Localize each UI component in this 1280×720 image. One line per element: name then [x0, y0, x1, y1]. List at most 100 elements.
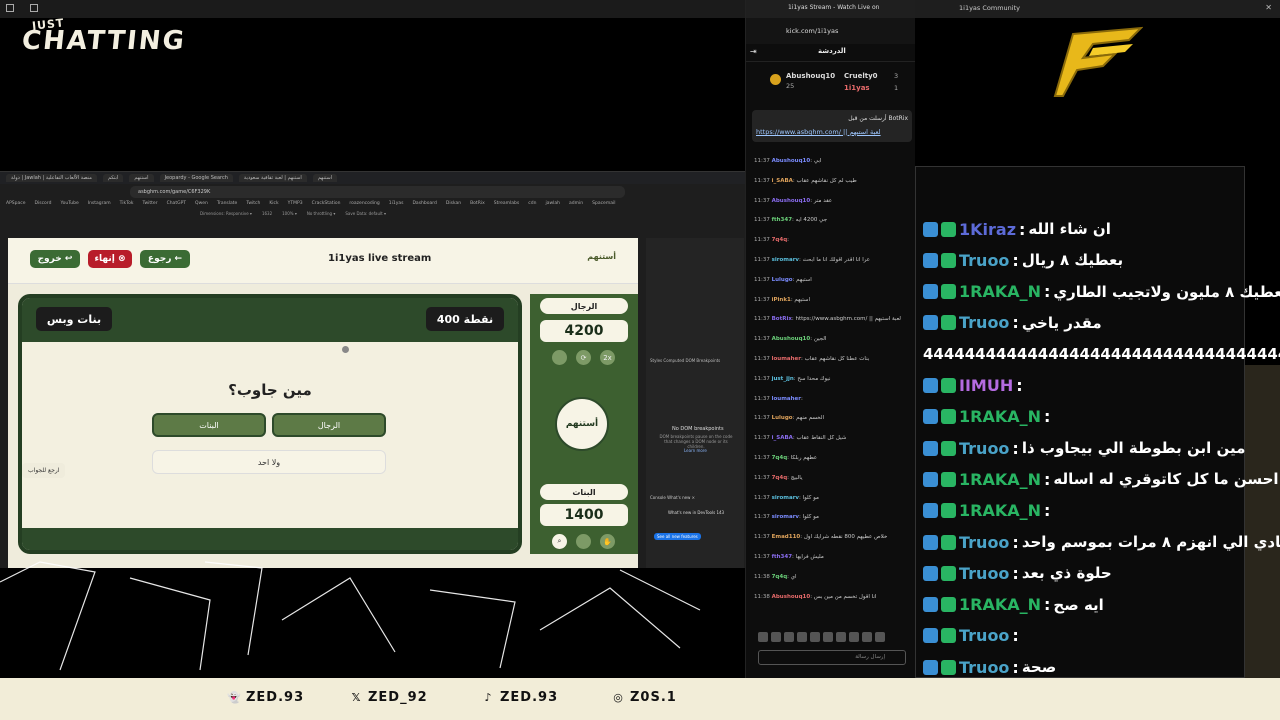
- community-username[interactable]: 1RAKA_N: [959, 501, 1041, 520]
- see-all-features-button[interactable]: See all new features: [654, 533, 701, 540]
- community-username[interactable]: 1RAKA_N: [959, 282, 1041, 301]
- console-tabs[interactable]: Console What's new ×: [650, 495, 695, 500]
- chat-username[interactable]: fth347: [772, 217, 792, 223]
- bookmark-item[interactable]: YouTube: [60, 201, 78, 206]
- bookmark-item[interactable]: Kick: [269, 201, 278, 206]
- devtools-tabs[interactable]: Styles Computed DOM Breakpoints: [650, 358, 720, 363]
- browser-tab[interactable]: ابتكم: [102, 174, 124, 182]
- search-icon[interactable]: ⌕: [552, 534, 567, 549]
- chat-username[interactable]: i_SABA: [772, 435, 793, 441]
- community-username[interactable]: Truoo: [959, 439, 1009, 458]
- browser-address-bar[interactable]: asbghm.com/game/C6F329K: [130, 186, 625, 198]
- bookmark-item[interactable]: Qwen: [195, 201, 208, 206]
- bookmark-item[interactable]: Streamlabs: [494, 201, 520, 206]
- browser-tab[interactable]: استنهم | لعبة ثقافية سعودية: [238, 174, 307, 182]
- chat-username[interactable]: Lulugo: [772, 277, 793, 283]
- community-username[interactable]: 1Kiraz: [959, 220, 1016, 239]
- chat-username[interactable]: Abushouq10: [772, 158, 811, 164]
- device-toolbar-item[interactable]: No throttling ▾: [307, 211, 336, 216]
- device-toolbar-item[interactable]: Dimensions: Responsive ▾: [200, 211, 252, 216]
- bookmark-item[interactable]: BotRix: [470, 201, 485, 206]
- community-username[interactable]: Truoo: [959, 533, 1009, 552]
- answer-none-button[interactable]: ولا احد: [152, 450, 386, 474]
- community-username[interactable]: 1RAKA_N: [959, 470, 1041, 489]
- answer-men-button[interactable]: الرجال: [272, 413, 386, 437]
- chat-address-bar[interactable]: kick.com/1i1yas: [746, 18, 915, 44]
- chat-username[interactable]: Abushouq10: [772, 336, 811, 342]
- devtools-tab[interactable]: Computed: [663, 358, 684, 363]
- community-username[interactable]: 1RAKA_N: [959, 407, 1041, 426]
- chat-username[interactable]: i_SABA: [772, 178, 793, 184]
- chat-username[interactable]: just_jjn: [772, 376, 794, 382]
- bookmark-item[interactable]: cdn: [528, 201, 536, 206]
- chat-username[interactable]: 7q4q: [772, 475, 788, 481]
- emote-icon[interactable]: [875, 632, 885, 642]
- community-username[interactable]: IIMUH: [959, 376, 1013, 395]
- chat-username[interactable]: fth347: [772, 554, 792, 560]
- chat-username[interactable]: Emad110: [772, 534, 801, 540]
- emote-icon[interactable]: [784, 632, 794, 642]
- bookmark-item[interactable]: Instagram: [88, 201, 111, 206]
- learn-more-link[interactable]: Learn more: [684, 448, 707, 453]
- bookmark-item[interactable]: jawlah: [545, 201, 560, 206]
- hand-icon[interactable]: ✋: [600, 534, 615, 549]
- bookmark-item[interactable]: roazencoding: [349, 201, 379, 206]
- devtools-tab[interactable]: DOM Breakpoints: [685, 358, 720, 363]
- bookmark-item[interactable]: CrackStation: [312, 201, 341, 206]
- chat-username[interactable]: 7q4q: [772, 455, 788, 461]
- close-icon[interactable]: ✕: [1265, 3, 1272, 12]
- pinned-message[interactable]: أرسلت من قبل BotRix https://www.asbghm.c…: [752, 110, 912, 142]
- bookmark-item[interactable]: APSpace: [6, 201, 26, 206]
- device-toolbar-item[interactable]: 1632: [262, 211, 272, 216]
- devtools-tab[interactable]: Styles: [650, 358, 662, 363]
- bookmark-item[interactable]: Discord: [35, 201, 52, 206]
- community-username[interactable]: Truoo: [959, 313, 1009, 332]
- whats-new-tab[interactable]: What's new ×: [667, 495, 695, 500]
- bookmark-item[interactable]: Spacemail: [592, 201, 615, 206]
- emote-icon[interactable]: [758, 632, 768, 642]
- console-tab[interactable]: Console: [650, 495, 666, 500]
- lifeline-icon[interactable]: [576, 534, 591, 549]
- bookmark-item[interactable]: Translate: [217, 201, 237, 206]
- community-username[interactable]: Truoo: [959, 626, 1009, 645]
- emote-icon[interactable]: [849, 632, 859, 642]
- chat-username[interactable]: 7q4q: [772, 574, 788, 580]
- emote-icon[interactable]: [862, 632, 872, 642]
- browser-tab[interactable]: استنهم: [129, 174, 154, 182]
- back-button[interactable]: رجوع ←: [140, 250, 190, 268]
- bookmark-item[interactable]: ChatGPT: [167, 201, 186, 206]
- double-points-icon[interactable]: 2x: [600, 350, 615, 365]
- end-button[interactable]: إنهاء ⊗: [88, 250, 132, 268]
- emote-icon[interactable]: [810, 632, 820, 642]
- chat-input[interactable]: إرسال رسالة: [758, 650, 906, 665]
- bookmark-item[interactable]: Twitter: [142, 201, 157, 206]
- maximize-icon[interactable]: [30, 4, 38, 12]
- device-toolbar-item[interactable]: Save Data: default ▾: [345, 211, 386, 216]
- chat-username[interactable]: Abushouq10: [772, 594, 811, 600]
- pinned-link[interactable]: https://www.asbghm.com/ || لعبة استبهم: [756, 128, 881, 136]
- emote-icon[interactable]: [836, 632, 846, 642]
- bookmark-item[interactable]: Diskan: [446, 201, 461, 206]
- bookmark-item[interactable]: TikTok: [120, 201, 134, 206]
- browser-tab[interactable]: استنهم: [312, 174, 338, 182]
- emote-bar[interactable]: [758, 632, 908, 644]
- back-to-answer-button[interactable]: ارجع للجواب: [22, 463, 66, 478]
- lifeline-icon[interactable]: ⟳: [576, 350, 591, 365]
- bookmark-item[interactable]: Twitch: [246, 201, 260, 206]
- chat-username[interactable]: BotRix: [772, 316, 792, 322]
- exit-button[interactable]: خروج ↩: [30, 250, 80, 268]
- bookmark-item[interactable]: Dashboard: [412, 201, 436, 206]
- chat-username[interactable]: 7q4q: [772, 237, 788, 243]
- bookmark-item[interactable]: admin: [569, 201, 583, 206]
- device-toolbar-item[interactable]: 100% ▾: [282, 211, 297, 216]
- answer-girls-button[interactable]: البنات: [152, 413, 266, 437]
- emote-icon[interactable]: [797, 632, 807, 642]
- window-icon[interactable]: [6, 4, 14, 12]
- community-username[interactable]: Truoo: [959, 251, 1009, 270]
- community-username[interactable]: 1RAKA_N: [959, 595, 1041, 614]
- chat-username[interactable]: Lulugo: [772, 415, 793, 421]
- bookmark-item[interactable]: 1i1yas: [389, 201, 404, 206]
- browser-tab[interactable]: دولة | Jawlah | منصة الألعاب التفاعلية: [6, 174, 97, 182]
- chat-username[interactable]: loumaher: [772, 396, 801, 402]
- collapse-chat-icon[interactable]: ⇥: [750, 47, 757, 56]
